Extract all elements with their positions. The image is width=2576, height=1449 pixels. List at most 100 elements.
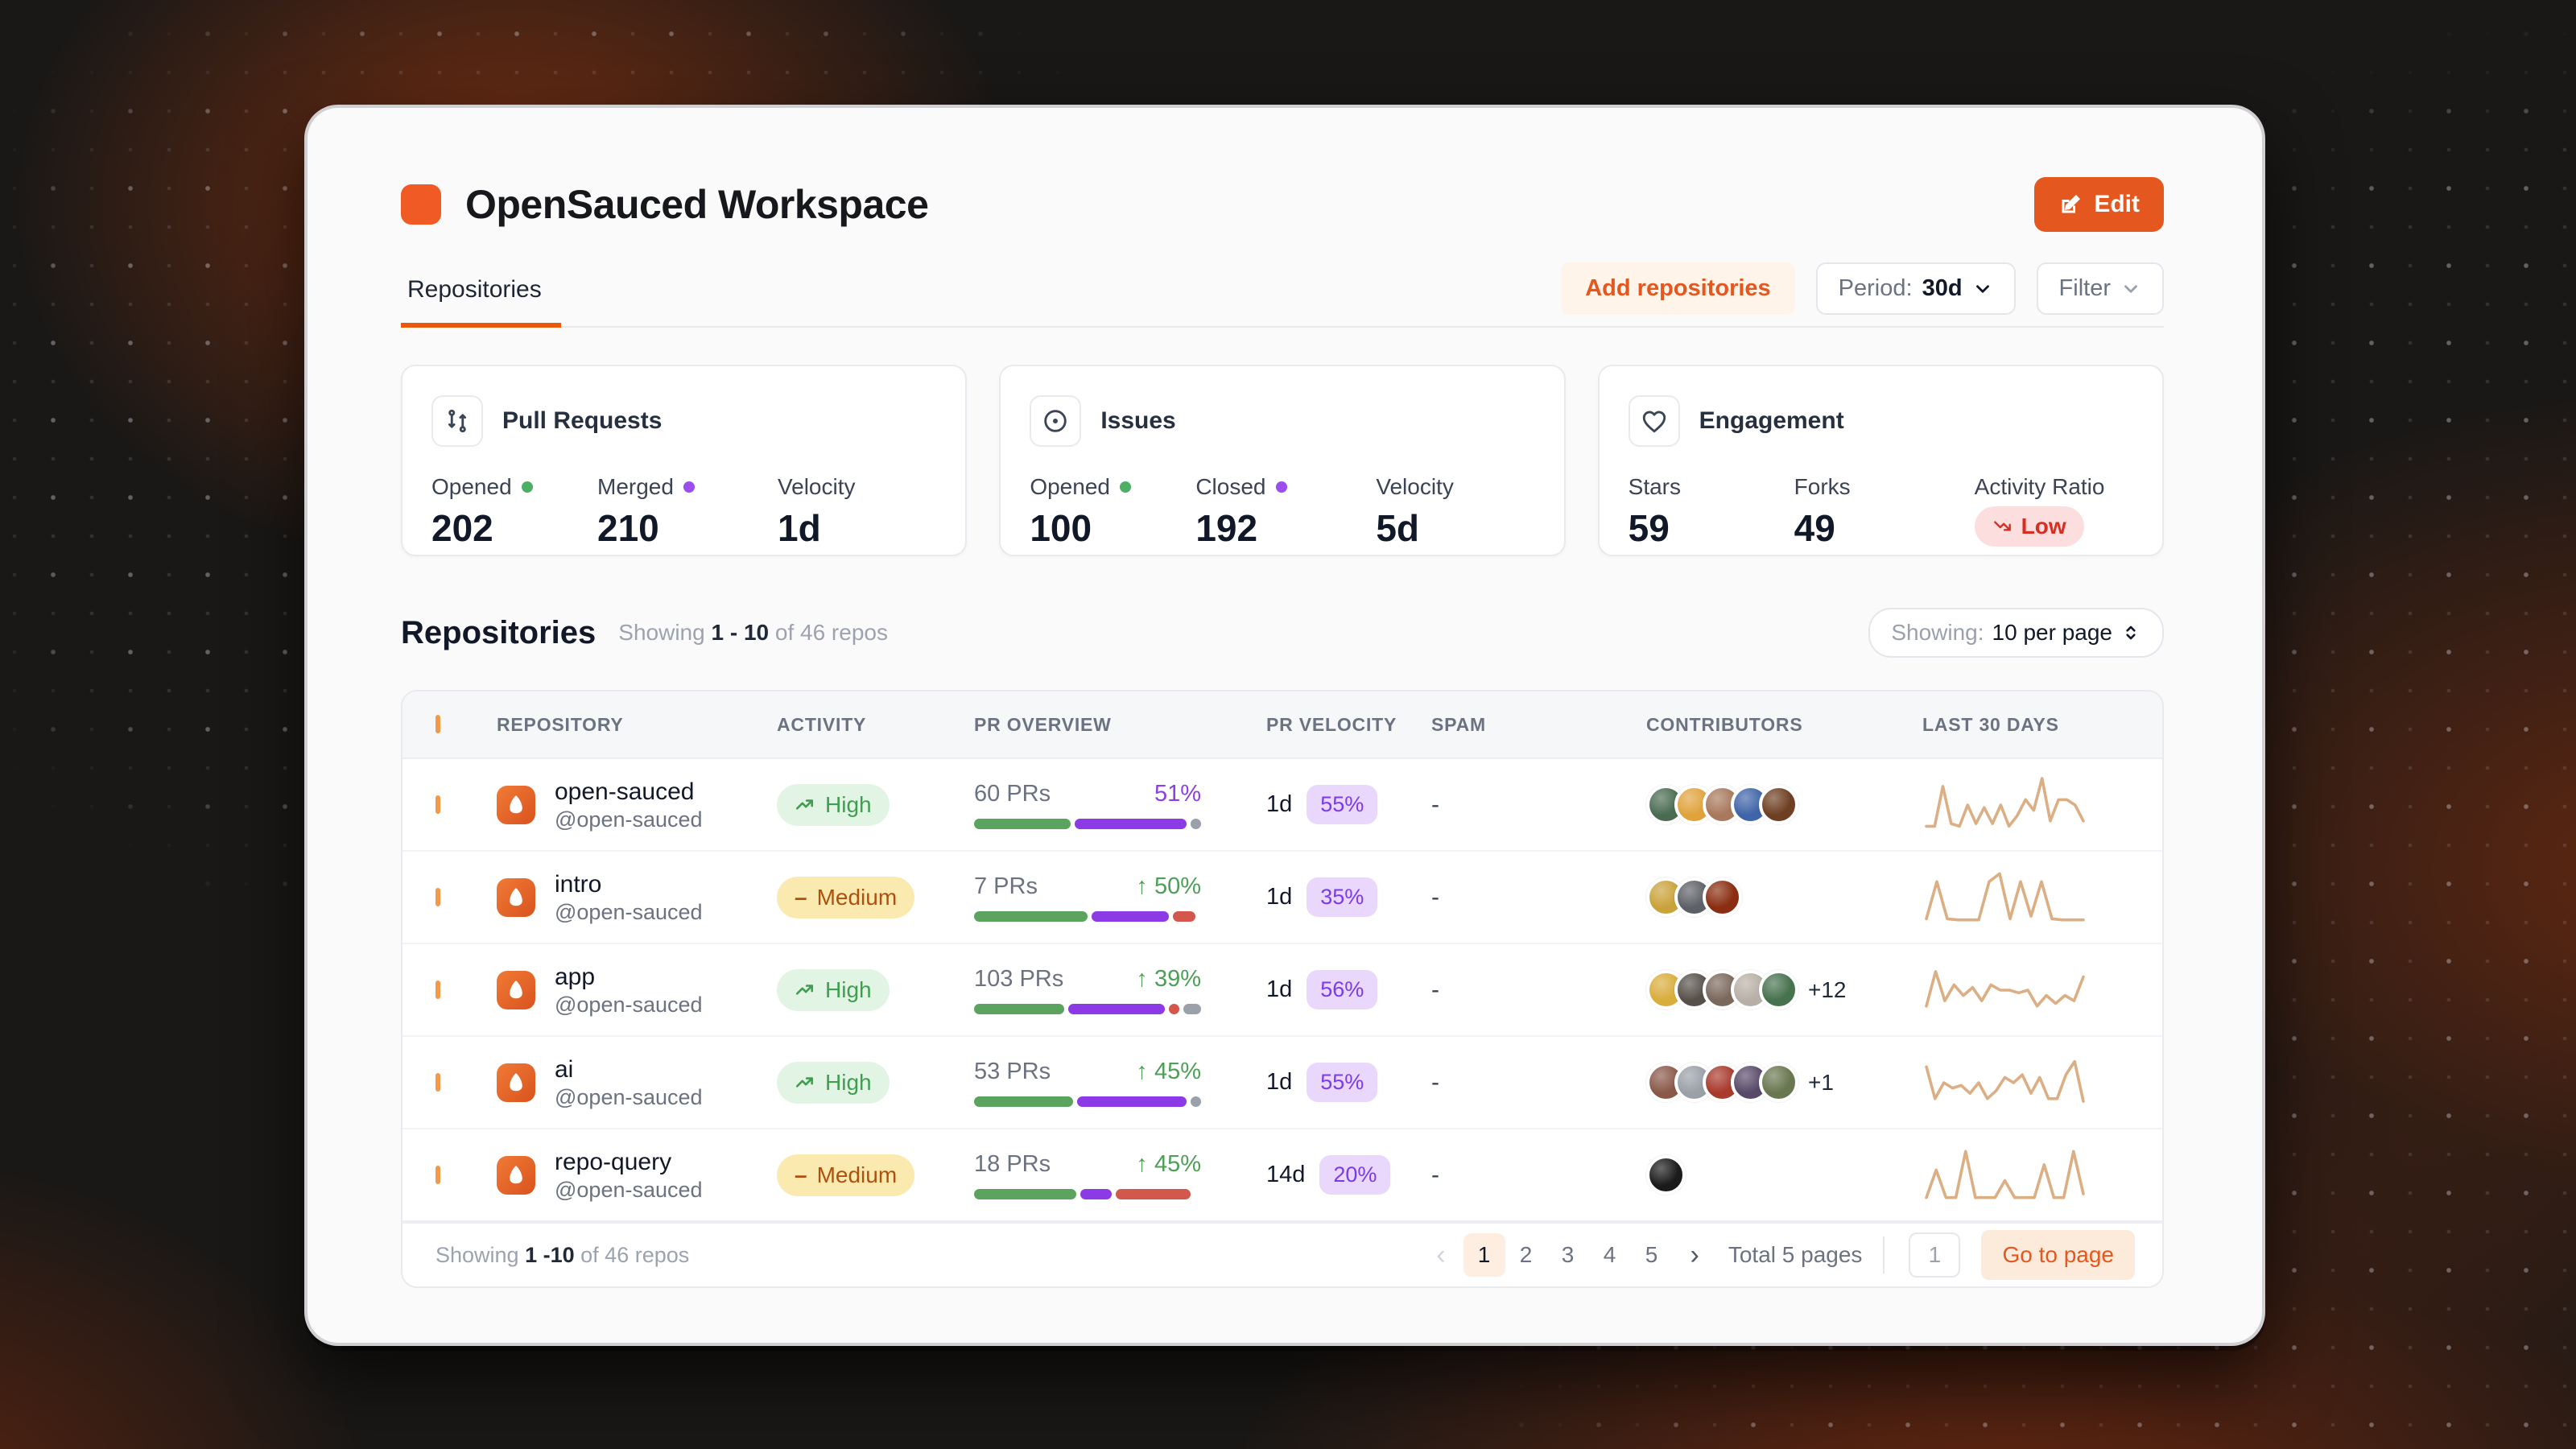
stat-opened: Opened 100	[1030, 474, 1195, 550]
repo-avatar	[497, 877, 535, 917]
stat-merged: Merged 210	[597, 474, 778, 550]
divider	[1883, 1236, 1885, 1274]
activity-ratio-low-badge: Low	[1974, 506, 2084, 547]
table-row: intro @open-sauced – Medium 7 PRs ↑ 50% 1d…	[402, 852, 2162, 944]
pr-count: 7 PRs	[974, 873, 1038, 899]
pr-change-percent: 51%	[1154, 780, 1201, 807]
green-dot	[1119, 481, 1131, 493]
page-button-1[interactable]: 1	[1463, 1233, 1505, 1277]
pull-request-icon	[431, 395, 483, 447]
row-checkbox[interactable]	[436, 795, 440, 814]
card-title: Pull Requests	[502, 407, 663, 434]
engagement-card: Engagement Stars 59 Forks 49 Activity Ra…	[1597, 365, 2164, 556]
page-button-2[interactable]: 2	[1505, 1233, 1547, 1277]
spam-value: -	[1431, 791, 1439, 818]
contributor-avatar[interactable]	[1759, 1063, 1798, 1102]
page-button-4[interactable]: 4	[1589, 1233, 1631, 1277]
contributors-cell: +1	[1646, 1063, 1922, 1102]
repo-handle: @open-sauced	[555, 992, 703, 1017]
table-footer: Showing 1 -10 of 46 repos ‹ 12345 › Tota…	[402, 1222, 2162, 1286]
contributors-cell	[1646, 1155, 1922, 1195]
velocity-percent-pill: 55%	[1307, 785, 1378, 824]
row-checkbox[interactable]	[436, 887, 440, 906]
heart-icon	[1628, 395, 1680, 447]
issues-card: Issues Opened 100 Closed 192 Velocity 5d	[999, 365, 1566, 556]
last-30-days-sparkline	[1922, 1050, 2162, 1116]
repo-handle: @open-sauced	[555, 807, 703, 832]
column-pr-velocity: PR VELOCITY	[1266, 713, 1397, 735]
column-last-30-days: LAST 30 DAYS	[1922, 713, 2059, 735]
last-30-days-sparkline	[1922, 957, 2162, 1023]
row-checkbox[interactable]	[436, 1072, 440, 1092]
filter-select[interactable]: Filter	[2036, 262, 2164, 315]
pagination: ‹ 12345 › Total 5 pages Go to page	[1425, 1230, 2135, 1280]
pr-overview-cell: 7 PRs ↑ 50%	[974, 873, 1201, 922]
stat-stars: Stars 59	[1628, 474, 1682, 549]
table-header-row: REPOSITORY ACTIVITY PR OVERVIEW PR VELOC…	[402, 691, 2162, 759]
repositories-table: REPOSITORY ACTIVITY PR OVERVIEW PR VELOC…	[401, 690, 2164, 1288]
velocity-days: 1d	[1266, 791, 1293, 817]
column-activity: ACTIVITY	[777, 713, 867, 735]
stat-velocity: Velocity 1d	[778, 474, 856, 549]
velocity-percent-pill: 56%	[1307, 970, 1378, 1009]
period-select[interactable]: Period: 30d	[1815, 262, 2016, 315]
add-repositories-button[interactable]: Add repositories	[1561, 262, 1795, 315]
contributors-cell	[1646, 785, 1922, 824]
page-button-5[interactable]: 5	[1631, 1233, 1673, 1277]
repo-avatar	[497, 1155, 535, 1195]
edit-button[interactable]: Edit	[2034, 177, 2164, 232]
page-button-3[interactable]: 3	[1547, 1233, 1589, 1277]
velocity-percent-pill: 35%	[1307, 877, 1378, 917]
tab-repositories[interactable]: Repositories	[401, 276, 561, 328]
row-checkbox[interactable]	[436, 980, 440, 999]
activity-badge: – Medium	[777, 876, 915, 919]
repo-name[interactable]: ai	[555, 1055, 703, 1085]
repo-handle: @open-sauced	[555, 1177, 703, 1202]
last-30-days-sparkline	[1922, 865, 2162, 931]
table-row: open-sauced @open-sauced High 60 PRs 51% …	[402, 759, 2162, 852]
repo-name[interactable]: app	[555, 962, 703, 993]
row-checkbox[interactable]	[436, 1165, 440, 1184]
activity-badge: High	[777, 783, 890, 826]
column-spam: SPAM	[1431, 713, 1486, 735]
pr-count: 103 PRs	[974, 965, 1064, 992]
velocity-percent-pill: 55%	[1307, 1063, 1378, 1102]
next-page-button[interactable]: ›	[1679, 1240, 1711, 1271]
pr-velocity-cell: 1d 35%	[1266, 877, 1431, 917]
goto-page-button[interactable]: Go to page	[1981, 1230, 2135, 1280]
per-page-select[interactable]: Showing: 10 per page	[1868, 608, 2164, 658]
contributor-avatar[interactable]	[1703, 877, 1742, 917]
period-label: Period:	[1838, 275, 1913, 301]
activity-badge: – Medium	[777, 1154, 915, 1196]
chevron-down-icon	[2124, 284, 2137, 293]
page-title: OpenSauced Workspace	[465, 182, 929, 227]
pr-overview-bar	[974, 910, 1201, 922]
section-title: Repositories	[401, 614, 597, 650]
contributor-avatar[interactable]	[1759, 785, 1798, 824]
purple-dot	[683, 481, 695, 493]
activity-icon: –	[795, 884, 807, 910]
pr-velocity-cell: 1d 55%	[1266, 785, 1431, 824]
repo-avatar	[497, 970, 535, 1009]
stat-opened: Opened 202	[431, 474, 597, 550]
stat-forks: Forks 49	[1794, 474, 1851, 549]
select-all-checkbox[interactable]	[436, 715, 440, 733]
spam-value: -	[1431, 1161, 1439, 1188]
contributor-avatar[interactable]	[1759, 970, 1798, 1009]
pr-count: 53 PRs	[974, 1058, 1051, 1084]
repo-name[interactable]: repo-query	[555, 1147, 703, 1178]
purple-dot	[1275, 481, 1287, 493]
contributor-avatar[interactable]	[1646, 1155, 1686, 1195]
activity-icon	[795, 1072, 815, 1093]
pr-count: 60 PRs	[974, 780, 1051, 807]
pr-change-percent: ↑ 39%	[1136, 965, 1201, 992]
showing-summary: Showing 1 - 10 of 46 repos	[618, 620, 888, 645]
repo-name[interactable]: intro	[555, 869, 703, 900]
pr-overview-bar	[974, 818, 1201, 829]
repo-name[interactable]: open-sauced	[555, 777, 703, 807]
contributors-extra-count: +1	[1808, 1069, 1834, 1095]
contributors-cell	[1646, 877, 1922, 917]
spam-value: -	[1431, 1068, 1439, 1096]
goto-page-input[interactable]	[1909, 1232, 1961, 1278]
previous-page-button[interactable]: ‹	[1425, 1240, 1456, 1271]
